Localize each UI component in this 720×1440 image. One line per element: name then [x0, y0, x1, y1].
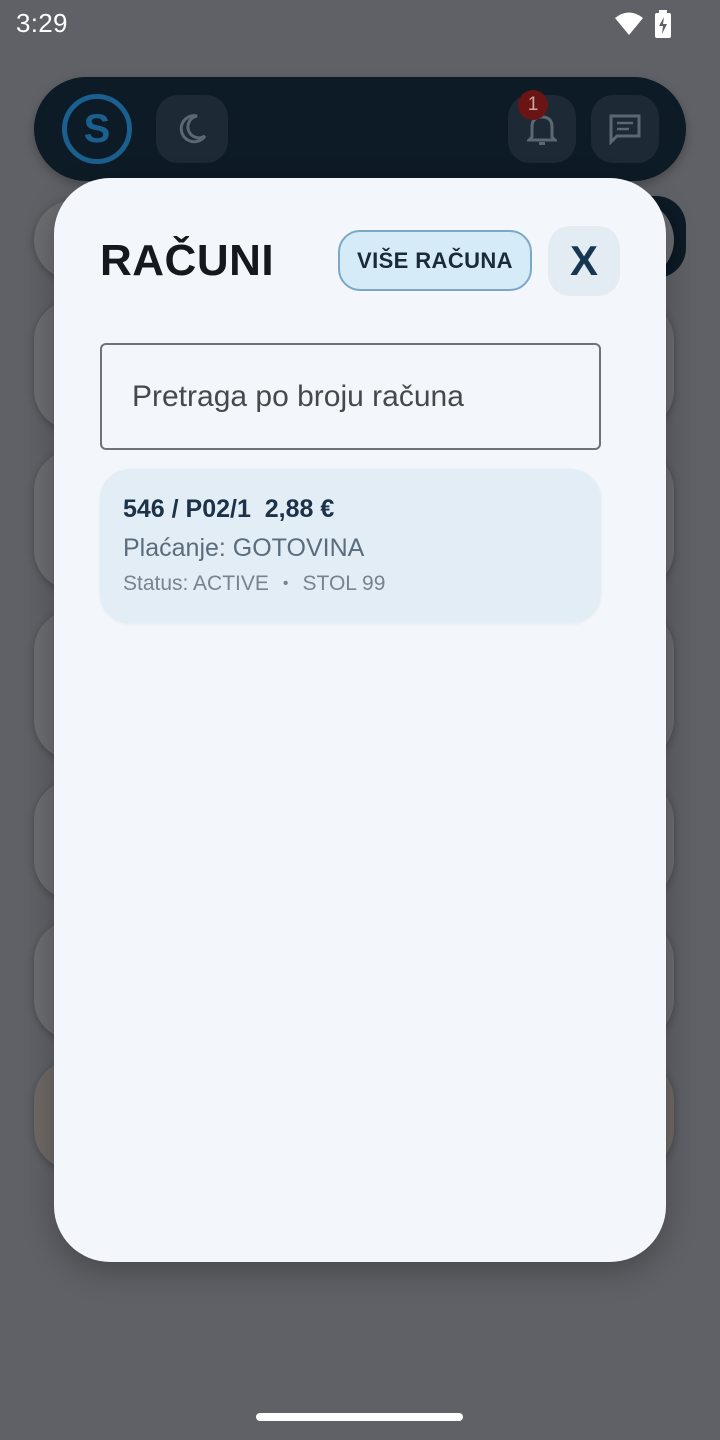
app-logo: S — [62, 94, 132, 164]
logo-glyph: S — [83, 106, 111, 151]
receipt-search-input[interactable] — [100, 343, 601, 450]
receipts-modal: RAČUNI VIŠE RAČUNA X 546 / P02/1 2,88 € … — [54, 178, 666, 1262]
more-receipts-button[interactable]: VIŠE RAČUNA — [338, 230, 532, 291]
theme-toggle-button[interactable] — [156, 95, 228, 163]
notification-badge: 1 — [518, 90, 548, 120]
meta-separator: • — [282, 575, 289, 592]
chat-icon — [609, 114, 641, 145]
receipt-status: Status: ACTIVE — [123, 572, 269, 595]
moon-icon — [179, 114, 207, 144]
home-indicator[interactable] — [256, 1413, 463, 1421]
receipt-payment-method: Plaćanje: GOTOVINA — [123, 534, 365, 562]
receipt-title: 546 / P02/1 2,88 € — [123, 495, 335, 523]
receipt-card[interactable]: 546 / P02/1 2,88 € Plaćanje: GOTOVINA St… — [100, 469, 601, 623]
receipt-table: STOL 99 — [302, 572, 386, 595]
messages-button[interactable] — [591, 95, 659, 163]
app-header: S — [34, 77, 686, 181]
receipt-meta: Status: ACTIVE • STOL 99 — [123, 572, 601, 596]
modal-title: RAČUNI — [100, 236, 275, 285]
close-button[interactable]: X — [548, 226, 620, 296]
